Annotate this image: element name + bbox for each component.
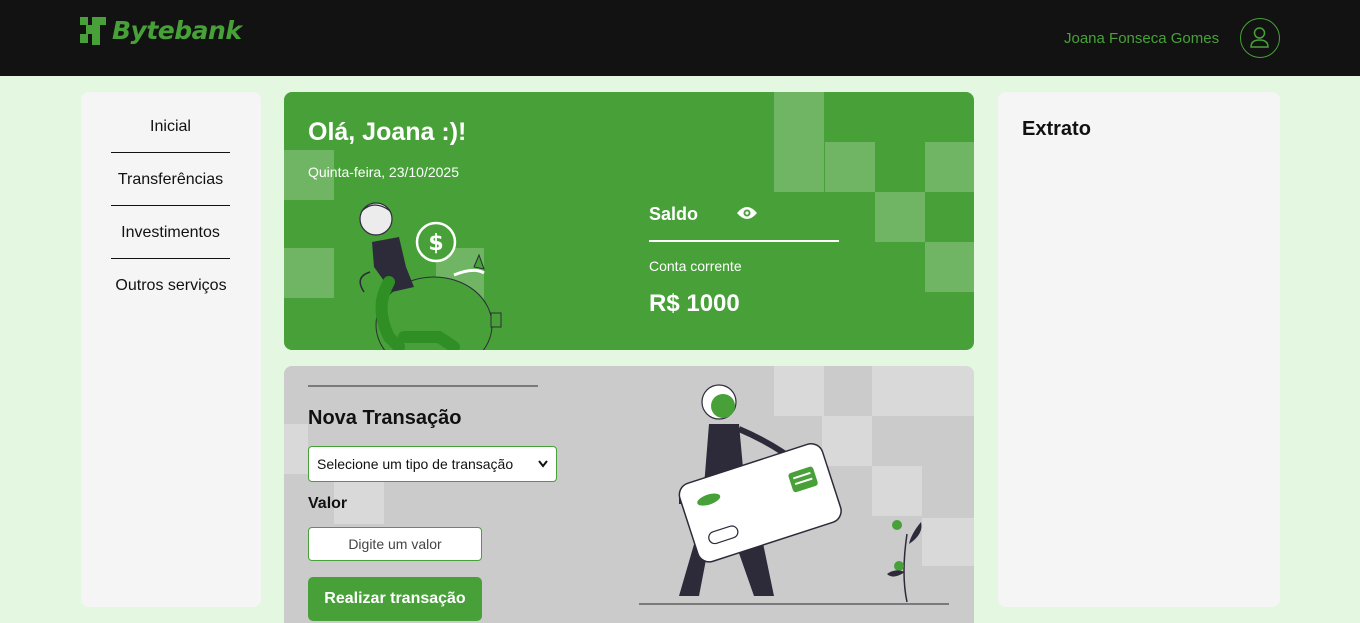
transaction-type-select[interactable]: Selecione um tipo de transação <box>308 446 557 482</box>
sidebar-item-outros-servicos[interactable]: Outros serviços <box>81 277 261 295</box>
balance-card: $ Olá, Joana :)! Quinta-feira, 23/10/202… <box>284 92 974 350</box>
account-type-label: Conta corrente <box>649 258 742 274</box>
statement-title: Extrato <box>1022 118 1091 140</box>
credit-card-illustration <box>639 384 949 605</box>
pattern-square <box>284 424 308 474</box>
sidebar-divider <box>111 258 230 259</box>
sidebar-item-transferencias[interactable]: Transferências <box>111 171 230 189</box>
sidebar-menu: Inicial Transferências Investimentos Out… <box>81 92 261 607</box>
value-label: Valor <box>308 495 348 512</box>
user-name: Joana Fonseca Gomes <box>1064 30 1220 47</box>
balance-divider <box>649 240 839 242</box>
submit-transaction-button[interactable]: Realizar transação <box>308 577 482 621</box>
pattern-square <box>825 142 875 192</box>
value-input[interactable] <box>308 527 482 561</box>
current-date: Quinta-feira, 23/10/2025 <box>308 164 459 180</box>
chevron-down-icon <box>538 460 548 468</box>
transaction-title: Nova Transação <box>308 407 462 429</box>
statement-panel: Extrato <box>998 92 1280 607</box>
transaction-type-value: Selecione um tipo de transação <box>317 456 514 472</box>
eye-icon[interactable] <box>736 205 758 226</box>
greeting-title: Olá, Joana :)! <box>308 118 467 146</box>
bytebank-logo-icon <box>80 16 106 45</box>
bytebank-logo[interactable]: Bytebank <box>80 16 242 45</box>
pattern-square <box>875 192 925 242</box>
balance-label: Saldo <box>649 204 699 224</box>
sidebar-divider <box>111 205 230 206</box>
piggy-bank-illustration: $ <box>359 202 502 350</box>
sidebar-divider <box>111 152 230 153</box>
user-avatar-button[interactable] <box>1240 18 1280 58</box>
pattern-square <box>774 142 824 192</box>
illustration-floor-line <box>308 385 538 387</box>
pattern-square <box>925 142 974 192</box>
pattern-square <box>925 242 974 292</box>
pattern-square <box>284 248 334 298</box>
brand-name: Bytebank <box>112 16 242 45</box>
top-bar: Bytebank Joana Fonseca Gomes <box>0 0 1360 76</box>
sidebar-item-inicial[interactable]: Inicial <box>111 118 230 136</box>
user-icon <box>1250 27 1269 48</box>
svg-text:$: $ <box>428 231 443 256</box>
balance-value: R$ 1000 <box>649 290 740 317</box>
pattern-square <box>774 92 824 142</box>
sidebar-item-investimentos[interactable]: Investimentos <box>111 224 230 242</box>
new-transaction-card: Nova Transação Selecione um tipo de tran… <box>284 366 974 623</box>
